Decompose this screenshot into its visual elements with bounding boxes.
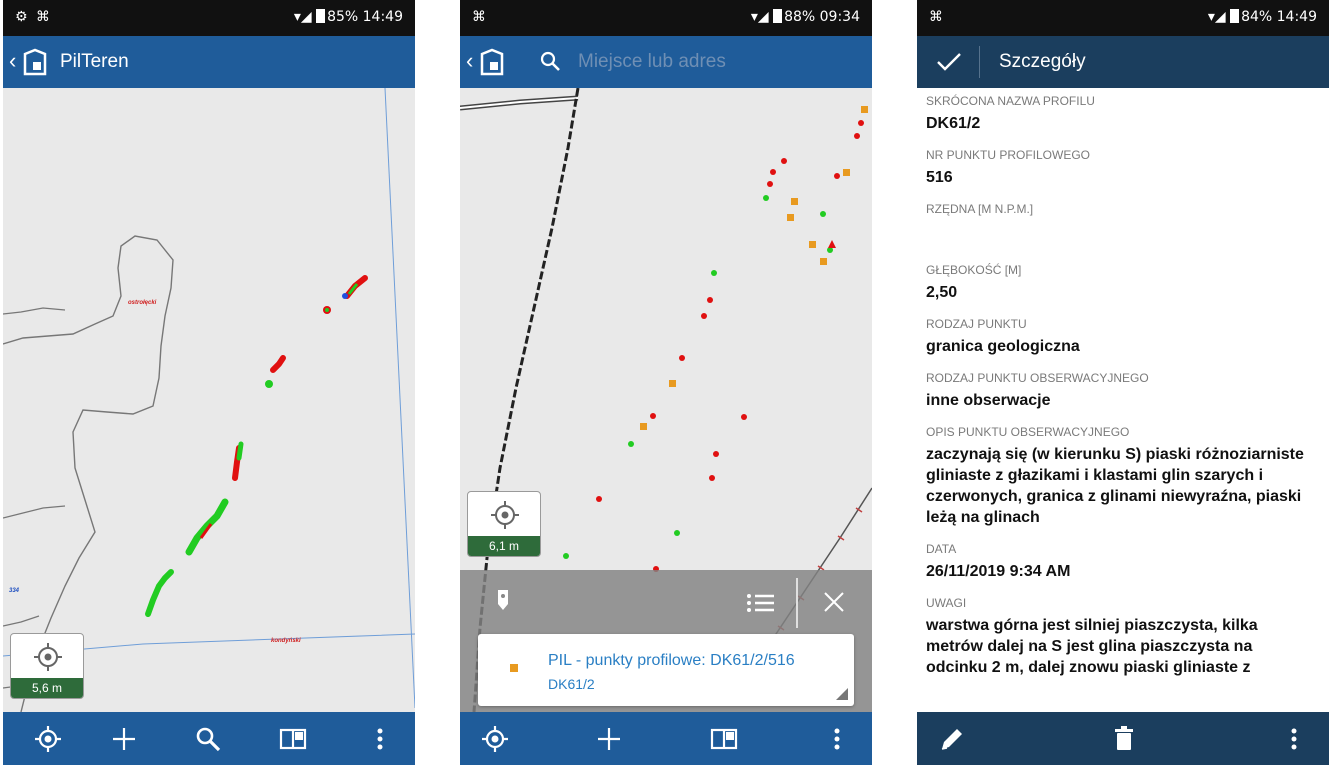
accuracy-distance: 6,1 m xyxy=(468,536,540,556)
result-subtitle: DK61/2 xyxy=(548,676,595,692)
details-list[interactable]: SKRÓCONA NAZWA PROFILU DK61/2 NR PUNKTU … xyxy=(917,88,1329,712)
identify-results-panel: PIL - punkty profilowe: DK61/2/516 DK61/… xyxy=(460,570,872,712)
field-label: OPIS PUNKTU OBSERWACYJNEGO xyxy=(926,425,1130,439)
more-icon[interactable] xyxy=(1279,724,1309,754)
map-icon[interactable] xyxy=(709,724,739,754)
back-button[interactable]: ‹ xyxy=(9,48,16,74)
crosshair-icon xyxy=(34,643,62,671)
status-bar: ⌘ ▾◢ 84% 14:49 xyxy=(917,0,1329,36)
search-input[interactable] xyxy=(578,46,848,78)
status-left-icons: ⚙ ⌘ xyxy=(15,9,53,25)
signal-icon: ▾◢ xyxy=(293,9,317,25)
map-label-region: ostrołęcki xyxy=(128,300,157,306)
locate-icon[interactable] xyxy=(33,724,63,754)
more-icon[interactable] xyxy=(365,724,395,754)
result-card[interactable]: PIL - punkty profilowe: DK61/2/516 DK61/… xyxy=(478,634,854,706)
locate-icon[interactable] xyxy=(480,724,510,754)
accuracy-distance: 5,6 m xyxy=(11,678,83,698)
field-label: DATA xyxy=(926,542,957,556)
point-cluster[interactable] xyxy=(145,275,368,617)
field-value: granica geologiczna xyxy=(926,338,1080,355)
expand-corner-icon xyxy=(836,688,848,700)
bottom-toolbar xyxy=(3,712,415,765)
add-icon[interactable] xyxy=(109,724,139,754)
map-label-region: kondyński xyxy=(271,638,301,644)
divider xyxy=(979,46,980,78)
battery-icon xyxy=(773,9,783,23)
signal-icon: ▾◢ xyxy=(750,9,774,25)
field-value: DK61/2 xyxy=(926,115,981,132)
search-icon[interactable] xyxy=(193,724,223,754)
battery-time: 88% 09:34 xyxy=(784,9,860,25)
map-view[interactable]: ostrołęcki kondyński 334 xyxy=(3,88,415,712)
status-bar: ⚙ ⌘ ▾◢ 85% 14:49 xyxy=(3,0,415,36)
battery-icon xyxy=(1230,9,1240,23)
field-value: warstwa górna jest silniej piaszczysta, … xyxy=(926,617,1258,676)
field-value: 2,50 xyxy=(926,284,958,301)
location-accuracy-button[interactable]: 6,1 m xyxy=(467,491,541,557)
map-icon[interactable] xyxy=(278,724,308,754)
field-label: SKRÓCONA NAZWA PROFILU xyxy=(926,94,1095,108)
point-layer[interactable] xyxy=(563,106,868,572)
status-right: ▾◢ 85% 14:49 xyxy=(294,9,403,25)
app-title: PilTeren xyxy=(60,51,129,72)
status-left-icons: ⌘ xyxy=(929,9,945,25)
field-value: 516 xyxy=(926,169,953,186)
app-bar: ‹ PilTeren xyxy=(3,36,415,88)
check-icon[interactable] xyxy=(935,50,963,74)
battery-time: 84% 14:49 xyxy=(1241,9,1317,25)
list-icon[interactable] xyxy=(746,592,776,614)
status-bar: ⌘ ▾◢ 88% 09:34 xyxy=(460,0,872,36)
search-icon xyxy=(540,51,560,71)
screen-feature-details: ⌘ ▾◢ 84% 14:49 Szczegóły SKRÓCONA NAZWA … xyxy=(917,0,1329,765)
status-left-icons: ⌘ xyxy=(472,9,488,25)
feature-symbol-icon xyxy=(510,664,518,672)
battery-time: 85% 14:49 xyxy=(327,9,403,25)
screen-map-overview: ⚙ ⌘ ▾◢ 85% 14:49 ‹ PilTeren ostrołęcki k… xyxy=(3,0,415,765)
field-label: NR PUNKTU PROFILOWEGO xyxy=(926,148,1091,162)
status-right: ▾◢ 88% 09:34 xyxy=(751,9,860,25)
edit-icon[interactable] xyxy=(937,724,967,754)
crosshair-icon xyxy=(491,501,519,529)
app-logo-icon xyxy=(480,48,504,76)
signal-icon: ▾◢ xyxy=(1207,9,1231,25)
divider xyxy=(796,578,798,628)
pin-icon[interactable] xyxy=(496,588,510,612)
app-bar: Szczegóły xyxy=(917,36,1329,88)
map-label-road: 334 xyxy=(9,588,20,594)
back-button[interactable]: ‹ xyxy=(466,48,473,74)
field-value xyxy=(926,221,1329,249)
field-label: UWAGI xyxy=(926,596,967,610)
field-label: RODZAJ PUNKTU xyxy=(926,317,1027,331)
status-right: ▾◢ 84% 14:49 xyxy=(1208,9,1317,25)
bottom-toolbar xyxy=(460,712,872,765)
field-value: zaczynają się (w kierunku S) piaski różn… xyxy=(926,446,1304,526)
result-title: PIL - punkty profilowe: DK61/2/516 xyxy=(548,652,795,669)
delete-icon[interactable] xyxy=(1109,724,1139,754)
more-icon[interactable] xyxy=(822,724,852,754)
location-accuracy-button[interactable]: 5,6 m xyxy=(10,633,84,699)
app-logo-icon xyxy=(23,48,47,76)
field-label: GŁĘBOKOŚĆ [M] xyxy=(926,263,1022,277)
map-canvas[interactable] xyxy=(3,88,415,712)
screen-map-identify: ⌘ ▾◢ 88% 09:34 ‹ Miejsce lub adres 6,1 m… xyxy=(460,0,872,765)
page-title: Szczegóły xyxy=(999,51,1086,72)
battery-icon xyxy=(316,9,326,23)
add-icon[interactable] xyxy=(594,724,624,754)
field-value: inne obserwacje xyxy=(926,392,1051,409)
field-label: RODZAJ PUNKTU OBSERWACYJNEGO xyxy=(926,371,1149,385)
bottom-toolbar xyxy=(917,712,1329,765)
app-bar: ‹ xyxy=(460,36,872,88)
field-label: RZĘDNA [M N.P.M.] xyxy=(926,202,1034,216)
field-value: 26/11/2019 9:34 AM xyxy=(926,563,1071,580)
close-icon[interactable] xyxy=(822,590,846,614)
